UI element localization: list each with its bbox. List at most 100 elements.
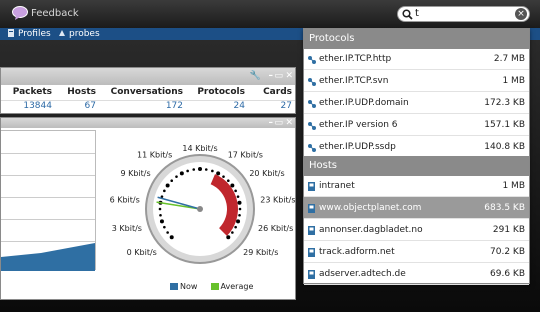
- protocol-size: 172.3 KB: [484, 98, 525, 108]
- maximize-icon[interactable]: ▭: [274, 118, 283, 128]
- gauge-tick: [192, 168, 196, 171]
- stats-panel: 🔧 – ▭ ✕ Packets Hosts Conversations Prot…: [0, 67, 296, 114]
- search-icon: [402, 9, 413, 20]
- gauge-tick-label: 14 Kbit/s: [182, 144, 217, 153]
- gauge-tick: [238, 207, 242, 211]
- protocol-name: ether.IP.TCP.svn: [319, 76, 389, 86]
- gauge-tick: [170, 179, 174, 183]
- speed-gauge: 0 Kbit/s 3 Kbit/s 6 Kbit/s 9 Kbit/s 11 Kbit/…: [110, 144, 295, 264]
- gauge-tick: [236, 195, 240, 198]
- traffic-history-chart: [1, 130, 96, 271]
- protocols-section-header: Protocols: [304, 29, 529, 49]
- needle-hub: [197, 206, 203, 212]
- host-name: intranet: [319, 181, 355, 191]
- gauge-tick-label: 9 Kbit/s: [120, 169, 150, 178]
- protocol-result-row[interactable]: ether.IP version 6 157.1 KB: [304, 114, 529, 136]
- host-result-row[interactable]: track.adform.net 70.2 KB: [304, 241, 529, 263]
- grid-line: [1, 153, 95, 154]
- grid-line: [1, 197, 95, 198]
- protocol-name: ether.IP.TCP.http: [319, 54, 392, 64]
- stats-col-header: Protocols: [197, 87, 245, 97]
- gauge-tick-label: 0 Kbit/s: [127, 248, 157, 257]
- nav-item-profiles[interactable]: Profiles: [7, 28, 51, 40]
- host-result-row[interactable]: www.objectplanet.com 683.5 KB: [304, 197, 529, 219]
- minimize-icon[interactable]: –: [269, 118, 274, 128]
- stats-header-row: Packets Hosts Conversations Protocols Ca…: [1, 87, 295, 99]
- gauge-tick: [211, 169, 214, 173]
- maximize-icon[interactable]: ▭: [274, 71, 283, 81]
- host-result-row[interactable]: intranet 1 MB: [304, 175, 529, 197]
- feedback-link[interactable]: Feedback: [31, 8, 79, 19]
- protocol-icon: [308, 144, 316, 152]
- probe-icon: [59, 30, 65, 36]
- grid-line: [1, 219, 95, 220]
- gauge-tick: [238, 213, 241, 217]
- gauge-legend: Now Average: [170, 282, 253, 294]
- minimize-icon[interactable]: –: [269, 71, 274, 81]
- gauge-tick: [179, 171, 184, 176]
- host-name: track.adform.net: [319, 247, 395, 257]
- gauge-tick: [198, 167, 202, 171]
- host-icon: [308, 182, 315, 191]
- gauge-tick: [222, 175, 225, 178]
- protocol-size: 1 MB: [502, 76, 525, 86]
- protocol-icon: [308, 78, 316, 86]
- host-size: 683.5 KB: [484, 203, 525, 213]
- host-icon: [308, 248, 315, 257]
- gauge-tick: [169, 235, 174, 240]
- gauge-tick-label: 3 Kbit/s: [112, 224, 142, 233]
- protocol-result-row[interactable]: ether.IP.UDP.domain 172.3 KB: [304, 92, 529, 114]
- search-input[interactable]: t: [415, 8, 419, 19]
- gauge-tick: [159, 219, 164, 224]
- settings-wrench-icon[interactable]: 🔧: [250, 71, 261, 81]
- stats-value: 27: [280, 101, 292, 111]
- host-name: adserver.adtech.de: [319, 269, 406, 279]
- nav-item-probes[interactable]: probes: [58, 28, 100, 40]
- gauge-tick: [237, 200, 242, 205]
- stats-value: 13844: [23, 101, 52, 111]
- grid-line: [1, 175, 95, 176]
- stats-col-header: Packets: [12, 87, 52, 97]
- gauge-tick-label: 11 Kbit/s: [137, 151, 172, 160]
- host-result-row[interactable]: annonser.dagbladet.no 291 KB: [304, 219, 529, 241]
- protocol-result-row[interactable]: ether.IP.TCP.svn 1 MB: [304, 70, 529, 92]
- grid-line: [1, 241, 95, 242]
- nav-profiles-label: Profiles: [18, 29, 51, 39]
- gauge-tick-label: 23 Kbit/s: [260, 195, 295, 204]
- protocol-result-row[interactable]: ether.IP.TCP.http 2.7 MB: [304, 48, 529, 70]
- gauge-panel: – ▭ ✕ 0 Kbit/s 3 Kbit/s 6 Kbit/s 9 Kbit/s 11…: [0, 117, 296, 300]
- close-icon[interactable]: ✕: [285, 118, 293, 128]
- stats-value-row: 13844 67 172 24 27: [1, 100, 295, 112]
- gauge-tick: [175, 175, 178, 178]
- now-swatch: [170, 283, 178, 290]
- gauge-tick-label: 17 Kbit/s: [228, 151, 263, 160]
- protocol-name: ether.IP version 6: [319, 120, 398, 130]
- close-icon[interactable]: ✕: [285, 71, 293, 81]
- gauge-tick: [163, 225, 166, 229]
- top-bar: Feedback t ×: [0, 0, 540, 28]
- host-result-row[interactable]: adserver.adtech.de 69.6 KB: [304, 263, 529, 285]
- stats-value: 172: [165, 101, 183, 111]
- gauge-tick-label: 20 Kbit/s: [249, 169, 284, 178]
- gauge-tick: [186, 169, 189, 173]
- protocol-icon: [308, 56, 316, 64]
- protocol-size: 2.7 MB: [493, 54, 525, 64]
- gauge-panel-titlebar: – ▭ ✕: [1, 118, 295, 128]
- legend-now: Now: [180, 282, 198, 291]
- clear-search-icon[interactable]: ×: [515, 8, 527, 20]
- protocol-result-row[interactable]: ether.IP.UDP.ssdp 140.8 KB: [304, 136, 529, 158]
- protocol-name: ether.IP.UDP.ssdp: [319, 142, 396, 152]
- host-icon: [308, 204, 315, 213]
- search-box[interactable]: t ×: [397, 6, 530, 22]
- profile-icon: [8, 29, 14, 37]
- gauge-tick: [234, 225, 237, 229]
- stats-col-header: Conversations: [110, 87, 183, 97]
- host-name: annonser.dagbladet.no: [319, 225, 423, 235]
- hosts-section-header: Hosts: [304, 156, 529, 176]
- protocol-size: 140.8 KB: [484, 142, 525, 152]
- protocol-size: 157.1 KB: [484, 120, 525, 130]
- gauge-tick: [230, 183, 235, 188]
- stats-panel-titlebar: 🔧 – ▭ ✕: [1, 68, 295, 85]
- gauge-tick: [226, 179, 230, 183]
- gauge-tick-label: 29 Kbit/s: [243, 248, 278, 257]
